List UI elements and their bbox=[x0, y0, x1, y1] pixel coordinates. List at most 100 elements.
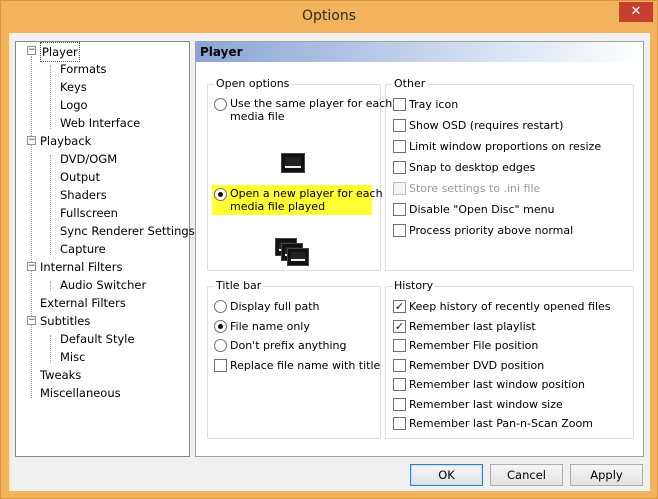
checkbox-indicator[interactable] bbox=[214, 359, 227, 372]
checkbox-label: Remember last Pan-n-Scan Zoom bbox=[409, 417, 593, 430]
same-player-radio[interactable]: Use the same player for each media file bbox=[214, 97, 392, 127]
tree-connector bbox=[50, 335, 51, 363]
checkbox-label: Limit window proportions on resize bbox=[409, 140, 602, 153]
tree-item-formats[interactable]: Formats bbox=[60, 60, 107, 78]
checkbox-indicator[interactable] bbox=[393, 203, 406, 216]
history-group: History ✓ Keep history of recently opene… bbox=[385, 279, 634, 439]
tree-item-miscellaneous[interactable]: Miscellaneous bbox=[40, 384, 121, 402]
tree-item-web-interface[interactable]: Web Interface bbox=[60, 114, 140, 132]
tree-item-label: Fullscreen bbox=[60, 206, 118, 220]
tree-item-fullscreen[interactable]: Fullscreen bbox=[60, 204, 118, 222]
tree-item-audio-switcher[interactable]: Audio Switcher bbox=[60, 276, 146, 294]
tree-item-shaders[interactable]: Shaders bbox=[60, 186, 107, 204]
checkbox-label: Snap to desktop edges bbox=[409, 161, 536, 174]
tree-item-label: Logo bbox=[60, 98, 88, 112]
tree-item-capture[interactable]: Capture bbox=[60, 240, 106, 258]
collapse-icon[interactable]: − bbox=[27, 46, 36, 55]
cancel-button[interactable]: Cancel bbox=[490, 464, 563, 486]
checkbox-indicator[interactable] bbox=[393, 224, 406, 237]
radio-label: Display full path bbox=[230, 300, 320, 313]
tree-item-dvd-ogm[interactable]: DVD/OGM bbox=[60, 150, 117, 168]
title-bar[interactable]: Options ✕ bbox=[1, 1, 657, 33]
tree-item-sync-renderer-settings[interactable]: Sync Renderer Settings bbox=[60, 222, 195, 240]
dialog-client-area: − Player Formats Keys Logo Web Interface… bbox=[9, 33, 650, 491]
checkbox-label: Remember File position bbox=[409, 339, 539, 352]
ok-button[interactable]: OK bbox=[410, 464, 483, 486]
checkbox-label: Show OSD (requires restart) bbox=[409, 119, 564, 132]
checkbox-label: Keep history of recently opened files bbox=[409, 300, 611, 313]
options-tree[interactable]: − Player Formats Keys Logo Web Interface… bbox=[15, 41, 195, 457]
tree-item-label: Audio Switcher bbox=[60, 278, 147, 292]
apply-button[interactable]: Apply bbox=[570, 464, 643, 486]
radio-label: File name only bbox=[230, 320, 310, 333]
tree-item-label: Formats bbox=[60, 62, 107, 76]
settings-panel: Player Open options Use the same player … bbox=[195, 41, 644, 457]
tree-item-label: Player bbox=[40, 42, 80, 62]
checkbox-indicator[interactable] bbox=[393, 161, 406, 174]
checkbox-indicator[interactable] bbox=[393, 417, 406, 430]
new-player-label: Open a new player for each media file pl… bbox=[230, 187, 383, 213]
tree-item-output[interactable]: Output bbox=[60, 168, 100, 186]
new-player-radio[interactable]: Open a new player for each media file pl… bbox=[214, 187, 383, 217]
label-line: media file played bbox=[230, 200, 326, 213]
checkbox-label: Remember last playlist bbox=[409, 320, 536, 333]
checkbox-label: Remember last window size bbox=[409, 398, 563, 411]
tree-item-misc[interactable]: Misc bbox=[60, 348, 85, 366]
checkbox-indicator[interactable] bbox=[393, 398, 406, 411]
checkbox-indicator[interactable] bbox=[393, 339, 406, 352]
checkbox-label: Replace file name with title bbox=[230, 359, 381, 372]
tree-item-tweaks[interactable]: Tweaks bbox=[40, 366, 81, 384]
options-window: Options ✕ − Player Formats Keys Logo Web… bbox=[0, 0, 658, 499]
tree-item-label: Internal Filters bbox=[40, 260, 123, 274]
checkbox-indicator[interactable]: ✓ bbox=[393, 300, 406, 313]
group-label: History bbox=[392, 279, 436, 292]
checkbox-indicator[interactable] bbox=[393, 378, 406, 391]
radio-label: Don't prefix anything bbox=[230, 339, 347, 352]
group-label: Title bar bbox=[214, 279, 264, 292]
other-group: Other Tray icon Show OSD (requires resta… bbox=[385, 77, 634, 271]
label-line: media file bbox=[230, 110, 285, 123]
close-button[interactable]: ✕ bbox=[619, 2, 653, 22]
checkbox-label: Tray icon bbox=[409, 98, 459, 111]
tree-item-label: External Filters bbox=[40, 296, 126, 310]
tree-item-label: Output bbox=[60, 170, 100, 184]
checkbox-indicator bbox=[393, 182, 406, 195]
checkbox-indicator[interactable] bbox=[393, 119, 406, 132]
radio-indicator[interactable] bbox=[214, 320, 227, 333]
checkbox-label: Remember last window position bbox=[409, 378, 586, 391]
checkbox-label: Remember DVD position bbox=[409, 359, 545, 372]
checkbox-indicator[interactable]: ✓ bbox=[393, 320, 406, 333]
collapse-icon[interactable]: − bbox=[27, 136, 36, 145]
tree-connector bbox=[50, 155, 51, 255]
tree-item-external-filters[interactable]: External Filters bbox=[40, 294, 126, 312]
tree-connector bbox=[31, 56, 32, 398]
radio-indicator[interactable] bbox=[214, 188, 227, 201]
tree-item-label: Capture bbox=[60, 242, 106, 256]
collapse-icon[interactable]: − bbox=[27, 262, 36, 271]
tree-connector bbox=[50, 281, 51, 291]
title-bar-group: Title bar Display full path File name on… bbox=[207, 279, 381, 439]
tree-item-label: Misc bbox=[60, 350, 86, 364]
tree-connector bbox=[50, 65, 51, 129]
radio-indicator[interactable] bbox=[214, 98, 227, 111]
checkbox-indicator[interactable] bbox=[393, 98, 406, 111]
tree-item-default-style[interactable]: Default Style bbox=[60, 330, 135, 348]
tree-item-label: DVD/OGM bbox=[60, 152, 118, 166]
tree-item-logo[interactable]: Logo bbox=[60, 96, 88, 114]
checkbox-label: Disable "Open Disc" menu bbox=[409, 203, 555, 216]
tree-item-label: Miscellaneous bbox=[40, 386, 121, 400]
group-label: Other bbox=[392, 77, 428, 90]
tree-item-keys[interactable]: Keys bbox=[60, 78, 87, 96]
checkbox-indicator[interactable] bbox=[393, 140, 406, 153]
panel-header: Player bbox=[196, 42, 643, 62]
open-options-group: Open options Use the same player for eac… bbox=[207, 77, 392, 271]
radio-indicator[interactable] bbox=[214, 300, 227, 313]
tree-item-label: Web Interface bbox=[60, 116, 141, 130]
tree-item-label: Playback bbox=[40, 134, 92, 148]
tree-item-label: Keys bbox=[60, 80, 87, 94]
collapse-icon[interactable]: − bbox=[27, 316, 36, 325]
radio-indicator[interactable] bbox=[214, 339, 227, 352]
player-window-icon bbox=[281, 153, 305, 173]
checkbox-indicator[interactable] bbox=[393, 359, 406, 372]
tree-item-label: Subtitles bbox=[40, 314, 91, 328]
